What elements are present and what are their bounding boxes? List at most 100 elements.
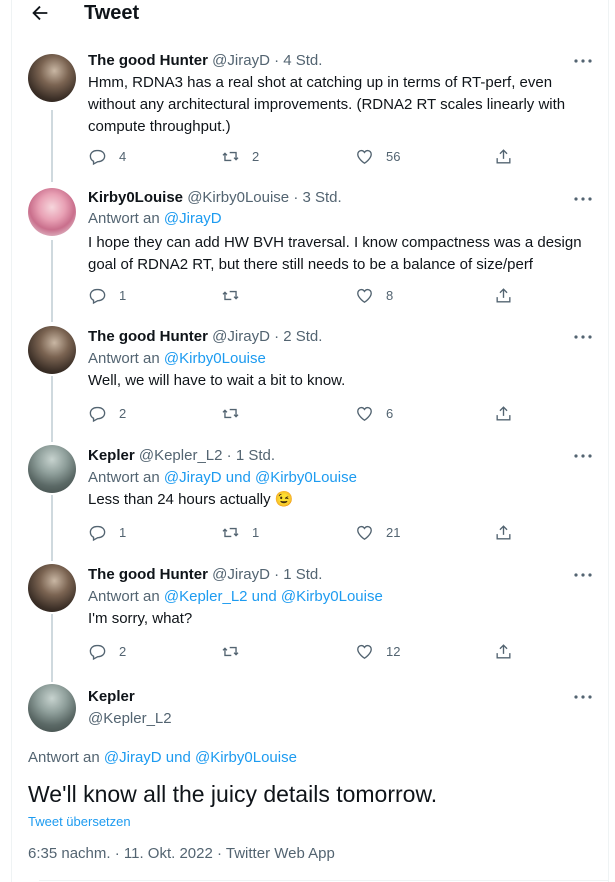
avatar[interactable] [28,564,76,612]
retweet-button[interactable] [221,641,252,661]
thread-line [51,376,53,442]
tweet-text: We'll know all the juicy details tomorro… [28,781,438,807]
thread-line [51,240,53,322]
reply-button[interactable]: 1 [88,285,126,305]
reply-label: Antwort an [88,210,160,227]
more-icon[interactable] [573,453,593,459]
reply-target-link[interactable]: @Kirby0Louise [164,350,266,367]
more-icon[interactable] [573,334,593,340]
share-icon [496,643,511,659]
author-name[interactable]: The good Hunter [88,52,208,69]
reply-button[interactable]: 1 [88,522,126,542]
reply-icon [89,406,106,422]
reply-icon [89,525,106,541]
retweet-button[interactable] [221,285,252,305]
reply-count: 4 [119,148,127,164]
reply-button[interactable]: 4 [88,146,126,166]
retweet-button[interactable]: 1 [221,522,259,542]
tweet-text: I hope they can add HW BVH traversal. I … [88,234,582,273]
author-handle[interactable]: @Kepler_L2 [88,710,172,727]
author-handle[interactable]: @Kepler_L2 [139,447,223,464]
reply-button[interactable]: 2 [88,641,126,661]
share-icon [496,148,511,164]
avatar[interactable] [28,326,76,374]
timestamp[interactable]: 3 Std. [303,189,342,206]
separator-dot: · [274,52,280,69]
author-name[interactable]: The good Hunter [88,566,208,583]
retweet-icon [222,646,239,656]
separator-dot: · [274,566,280,583]
action-bar: 2 12 [88,641,528,661]
tweet-timestamp-source[interactable]: 6:35 nachm. · 11. Okt. 2022 · Twitter We… [28,845,335,862]
reply-icon [89,149,106,165]
thread-line [51,495,53,561]
author-name[interactable]: Kirby0Louise [88,189,183,206]
share-icon [496,287,511,303]
avatar[interactable] [28,684,76,732]
like-count: 6 [386,405,394,421]
page-header: Tweet [11,0,609,30]
share-button[interactable] [494,403,513,423]
author-handle[interactable]: @JirayD [212,52,270,69]
author-name[interactable]: The good Hunter [88,328,208,345]
more-icon[interactable] [573,58,593,64]
like-button[interactable]: 12 [355,641,400,661]
timestamp[interactable]: 4 Std. [283,52,322,69]
like-icon [357,288,372,303]
author-handle[interactable]: @Kirby0Louise [187,189,289,206]
reply-context: Antwort an @JirayD und @Kirby0Louise [88,469,357,486]
retweet-button[interactable]: 2 [221,146,259,166]
reply-count: 1 [119,287,127,303]
retweet-icon [222,527,239,537]
reply-count: 1 [119,524,127,540]
like-button[interactable]: 8 [355,285,393,305]
share-button[interactable] [494,522,513,542]
retweet-icon [222,151,239,161]
like-button[interactable]: 21 [355,522,400,542]
translate-link[interactable]: Tweet übersetzen [28,814,131,829]
back-arrow-icon[interactable] [29,2,51,24]
reply-context: Antwort an @JirayD und @Kirby0Louise [28,749,297,766]
author-name[interactable]: Kepler [88,447,135,464]
author-handle[interactable]: @JirayD [212,566,270,583]
like-button[interactable]: 6 [355,403,393,423]
reply-target-link[interactable]: @JirayD [164,210,222,227]
reply-count: 2 [119,643,127,659]
avatar[interactable] [28,188,76,236]
like-button[interactable]: 56 [355,146,400,166]
like-count: 12 [386,643,401,659]
action-bar: 1 1 21 [88,522,528,542]
share-icon [496,524,511,540]
retweet-icon [222,408,239,418]
share-button[interactable] [494,285,513,305]
thread-line [51,614,53,682]
like-icon [357,644,372,659]
more-icon[interactable] [573,572,593,578]
like-count: 56 [386,148,401,164]
divider [39,880,609,881]
tweet-text: Hmm, RDNA3 has a real shot at catching u… [88,74,566,135]
more-icon[interactable] [573,694,593,700]
reply-context: Antwort an @Kirby0Louise [88,350,266,367]
reply-button[interactable]: 2 [88,403,126,423]
share-button[interactable] [494,146,513,166]
separator-dot: · [274,328,280,345]
author-name[interactable]: Kepler [88,688,135,705]
reply-context: Antwort an @JirayD [88,210,222,227]
avatar[interactable] [28,54,76,102]
timestamp[interactable]: 1 Std. [283,566,322,583]
avatar[interactable] [28,445,76,493]
more-icon[interactable] [573,196,593,202]
share-button[interactable] [494,641,513,661]
reply-icon [89,644,106,660]
reply-count: 2 [119,405,127,421]
retweet-button[interactable] [221,403,252,423]
reply-target-link[interactable]: @JirayD und @Kirby0Louise [164,469,357,486]
reply-label: Antwort an [88,588,160,605]
timestamp[interactable]: 1 Std. [236,447,275,464]
reply-target-link[interactable]: @Kepler_L2 und @Kirby0Louise [164,588,383,605]
reply-target-link[interactable]: @JirayD und @Kirby0Louise [104,749,297,766]
tweet-text: Less than 24 hours actually 😉 [88,491,294,508]
author-handle[interactable]: @JirayD [212,328,270,345]
timestamp[interactable]: 2 Std. [283,328,322,345]
